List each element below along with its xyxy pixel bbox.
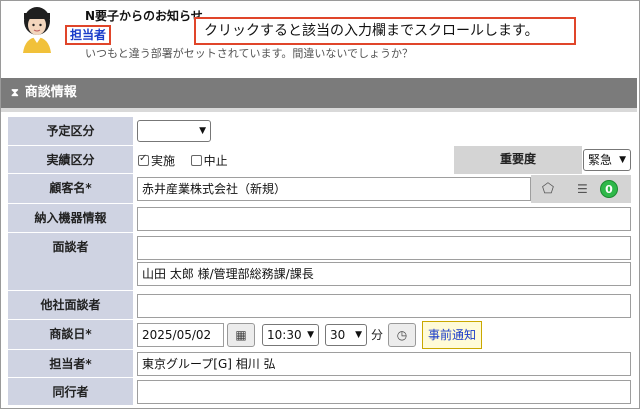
companion-field[interactable] xyxy=(137,380,631,404)
row-kokyaku: 顧客名* 赤井産業株式会社（新規） ⬠ ☰ 0 xyxy=(8,174,636,204)
meeting-hour-select[interactable]: 10:30 ▼ xyxy=(262,324,319,346)
list-check-icon: ☰ xyxy=(577,182,588,196)
row-shodanbi: 商談日* 2025/05/02 ▦ 10:30 ▼ 30 ▼ 分 ◷ 事前通知 xyxy=(8,320,636,350)
label-kokyaku: 顧客名* xyxy=(8,174,133,204)
label-jisseki-kubun: 実績区分 xyxy=(8,146,133,174)
pentagon-icon[interactable]: ⬠ xyxy=(531,175,565,203)
row-jisseki-kubun: 実績区分 実施 中止 重要度 緊急 ▼ xyxy=(8,146,636,174)
minute-unit-label: 分 xyxy=(371,328,384,342)
customer-name-field[interactable]: 赤井産業株式会社（新規） xyxy=(137,177,531,201)
label-juyoudo: 重要度 xyxy=(454,146,582,174)
notice-link-highlight: 担当者 xyxy=(65,25,112,45)
chevron-down-icon: ▼ xyxy=(619,155,626,165)
interviewee-input[interactable] xyxy=(137,236,631,260)
row-nounyu: 納入機器情報 xyxy=(8,204,636,233)
calendar-icon[interactable]: ▦ xyxy=(227,323,255,347)
row-tasha: 他社面談者 xyxy=(8,291,636,320)
label-shodanbi: 商談日* xyxy=(8,320,133,350)
meeting-minute-select[interactable]: 30 ▼ xyxy=(325,324,367,346)
meeting-date-field[interactable]: 2025/05/02 xyxy=(137,323,224,347)
chevron-down-icon: ▼ xyxy=(355,330,362,340)
row-yotei-kubun: 予定区分 ▼ xyxy=(8,117,636,146)
label-nounyu: 納入機器情報 xyxy=(8,204,133,233)
row-tantousha: 担当者* 東京グループ[G] 相川 弘 xyxy=(8,350,636,378)
section-divider xyxy=(1,108,637,112)
chevron-down-icon: ▼ xyxy=(199,126,206,136)
jisseki-implemented-checkbox[interactable] xyxy=(138,153,149,166)
count-badge: 0 xyxy=(600,180,618,198)
label-mendansha: 面談者 xyxy=(8,233,133,291)
advance-notice-button[interactable]: 事前通知 xyxy=(422,321,483,349)
equipment-info-field[interactable] xyxy=(137,207,631,231)
customer-list-button[interactable]: ☰ xyxy=(565,175,631,203)
callout-annotation: クリックすると該当の入力欄までスクロールします。 xyxy=(194,17,576,45)
assistant-avatar-icon xyxy=(23,7,51,53)
section-header[interactable]: ⧗ 商談情報 xyxy=(1,78,637,112)
other-company-interviewee-field[interactable] xyxy=(137,294,631,318)
notice-panel: N要子からのお知らせ 担当者 いつもと違う部署がセットされています。間違いないで… xyxy=(1,1,637,67)
notice-title: N要子からのお知らせ xyxy=(85,9,203,23)
row-mendansha: 面談者 山田 太郎 様/管理部総務課/課長 xyxy=(8,233,636,291)
yotei-kubun-select[interactable]: ▼ xyxy=(137,120,211,142)
notice-field-link[interactable]: 担当者 xyxy=(70,28,106,42)
juyoudo-select[interactable]: 緊急 ▼ xyxy=(583,149,631,171)
jisseki-implemented-label: 実施 xyxy=(151,154,176,168)
chevron-down-icon: ▼ xyxy=(307,330,314,340)
clock-icon[interactable]: ◷ xyxy=(388,323,416,347)
jisseki-canceled-checkbox[interactable] xyxy=(190,155,202,166)
section-title: 商談情報 xyxy=(24,85,77,100)
person-in-charge-field[interactable]: 東京グループ[G] 相川 弘 xyxy=(137,352,631,376)
interviewee-list[interactable]: 山田 太郎 様/管理部総務課/課長 xyxy=(137,262,631,286)
jisseki-options: 実施 中止 xyxy=(138,152,228,169)
label-tasha: 他社面談者 xyxy=(8,291,133,320)
label-tantousha: 担当者* xyxy=(8,350,133,378)
notice-message: いつもと違う部署がセットされています。間違いないでしょうか？ xyxy=(85,47,414,60)
jisseki-canceled-label: 中止 xyxy=(203,154,228,168)
collapse-icon[interactable]: ⧗ xyxy=(11,78,19,108)
row-doukousha: 同行者 xyxy=(8,378,636,406)
label-yotei-kubun: 予定区分 xyxy=(8,117,133,146)
label-doukousha: 同行者 xyxy=(8,378,133,406)
